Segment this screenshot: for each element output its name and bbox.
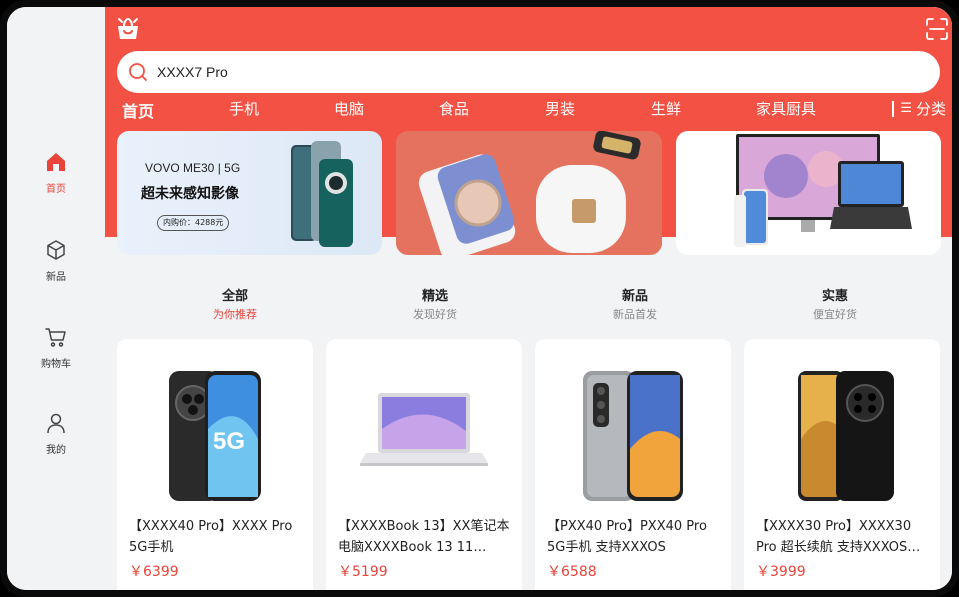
product-title: 【XXXXBook 13】XX笔记本电脑XXXXBook 13 11… [338,519,510,555]
home-icon [47,153,65,171]
tab-featured[interactable]: 精选 发现好货 [375,285,495,322]
main-content: XXXX7 Pro 首页 手机 电脑 食品 男装 生鲜 家具厨具 ☰ 分类 VO… [105,7,952,590]
tab-title: 实惠 [821,289,848,304]
tab-subtitle: 为你推荐 [213,308,257,321]
screens-image [734,134,912,247]
search-input[interactable]: XXXX7 Pro [117,51,940,93]
banner-screens-promo[interactable] [676,131,941,255]
product-card[interactable]: 【XXXXBook 13】XX笔记本电脑XXXXBook 13 11… ￥519… [326,339,522,590]
category-tab-computer[interactable]: 电脑 [334,98,364,119]
product-price: ￥3999 [756,564,806,580]
category-tab-food[interactable]: 食品 [439,98,469,119]
sidebar-item-label: 新品 [46,272,66,283]
product-title: 【PXX40 Pro】PXX40 Pro 5G手机 支持XXXOS [547,519,707,555]
banner-devices-promo[interactable] [396,131,662,255]
category-tab-menswear[interactable]: 男装 [545,98,575,119]
category-tab-furniture[interactable]: 家具厨具 [756,98,816,119]
user-icon [47,413,65,434]
banner-slogan: 超未来感知影像 [141,186,239,202]
product-image [360,393,488,466]
sidebar-item-me[interactable]: 我的 [7,411,105,471]
phone-image [291,141,353,247]
banner-brand: VOVO ME30 | 5G [145,161,241,175]
tab-title: 全部 [221,289,248,304]
product-card[interactable]: 【PXX40 Pro】PXX40 Pro 5G手机 支持XXXOS ￥6588 [535,339,731,590]
svg-text:5G: 5G [213,428,245,455]
search-value: XXXX7 Pro [157,64,228,80]
product-price: ￥6588 [547,564,597,580]
product-card[interactable]: 【XXXX30 Pro】XXXX30 Pro 超长续航 支持XXXOS… ￥39… [744,339,940,590]
devices-image [418,131,641,255]
product-price: ￥6399 [129,564,179,580]
sidebar-item-label: 购物车 [41,359,71,370]
category-more-label: 分类 [915,100,946,118]
menu-bar-icon [892,100,895,117]
sidebar-item-label: 我的 [46,445,66,456]
tab-title: 新品 [621,289,648,304]
sidebar-item-cart[interactable]: 购物车 [7,325,105,385]
menu-lines-icon: ☰ [900,101,912,116]
category-bar: 首页 手机 电脑 食品 男装 生鲜 家具厨具 ☰ 分类 [116,98,946,122]
category-tab-fresh[interactable]: 生鲜 [651,98,681,119]
product-image [798,371,894,501]
product-image: 5G [169,371,261,501]
product-card[interactable]: 5G 【XXXX40 Pro】XXXX Pro 5G手机 ￥6399 [117,339,313,590]
category-more-button[interactable]: ☰ 分类 [892,98,946,119]
product-price: ￥5199 [338,564,388,580]
category-tab-home[interactable]: 首页 [122,98,154,122]
tab-subtitle: 便宜好货 [813,308,857,321]
product-title: 【XXXX40 Pro】XXXX Pro 5G手机 [129,519,293,555]
product-image [583,371,683,501]
tab-title: 精选 [421,289,448,304]
tab-new[interactable]: 新品 新品首发 [575,285,695,322]
app-window: 首页 新品 购物车 我的 XXXX7 Pro 首页 手机 电脑 食品 男装 生鲜… [0,0,959,597]
scan-icon[interactable] [925,17,949,41]
tab-all[interactable]: 全部 为你推荐 [175,285,295,322]
product-title: 【XXXX30 Pro】XXXX30 Pro 超长续航 支持XXXOS… [756,519,921,555]
feed-tabs: 全部 为你推荐 精选 发现好货 新品 新品首发 实惠 便宜好货 [105,285,951,331]
cart-icon [45,328,66,347]
tab-subtitle: 发现好货 [413,308,457,321]
sidebar-item-home[interactable]: 首页 [7,150,105,210]
banner-phone-promo[interactable]: VOVO ME30 | 5G 超未来感知影像 内购价：4288元 [117,131,382,255]
shopping-bag-logo-icon [118,17,138,39]
banner-price-tag: 内购价：4288元 [157,215,230,231]
sidebar-item-label: 首页 [46,184,66,195]
sidebar: 首页 新品 购物车 我的 [7,7,105,590]
box-icon [47,240,65,260]
tab-bargain[interactable]: 实惠 便宜好货 [775,285,895,322]
tab-subtitle: 新品首发 [613,308,657,321]
sidebar-item-new[interactable]: 新品 [7,238,105,298]
category-tab-phone[interactable]: 手机 [229,98,259,119]
search-icon [129,63,147,81]
